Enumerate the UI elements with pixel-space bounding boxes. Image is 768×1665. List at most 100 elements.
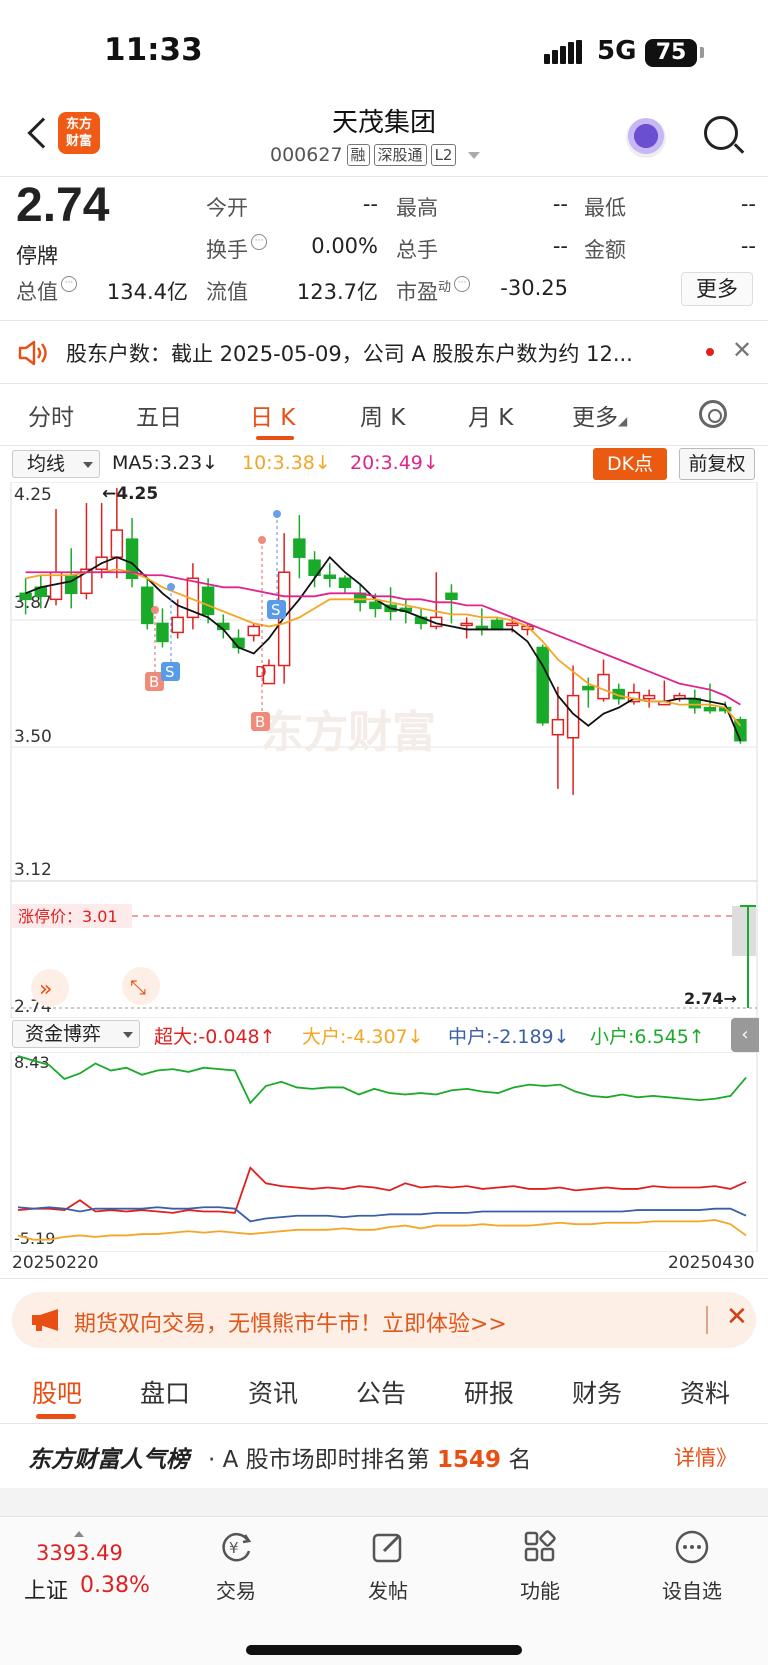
candle-body bbox=[703, 706, 717, 712]
info-icon[interactable]: ··· bbox=[454, 276, 471, 292]
double-chevron-icon[interactable]: » bbox=[31, 969, 69, 1007]
active-tab-indicator bbox=[256, 436, 294, 440]
svg-text:S: S bbox=[165, 663, 175, 681]
ma-toolbar: 均线 MA5:3.23↓ 10:3.38↓ 20:3.49↓ DK点 前复权 bbox=[0, 446, 768, 482]
nav-trade[interactable]: ¥ 交易 bbox=[191, 1529, 281, 1604]
tab-monthly-k[interactable]: 月 K bbox=[468, 398, 513, 432]
ma-line-20 bbox=[25, 571, 741, 706]
signal-icon bbox=[544, 40, 584, 64]
tab-weekly-k[interactable]: 周 K bbox=[360, 398, 405, 432]
fund-line-超大 bbox=[17, 1166, 747, 1214]
watermark: 东方财富 bbox=[260, 708, 436, 757]
candle-body bbox=[506, 622, 519, 627]
tab-intraday[interactable]: 分时 bbox=[28, 398, 74, 432]
nav-add-watchlist[interactable]: 设自选 bbox=[647, 1529, 737, 1604]
unread-dot bbox=[706, 348, 714, 356]
bottom-nav: 3393.49 上证 0.38% ¥ 交易 发帖 功能 设自选 bbox=[0, 1516, 768, 1665]
index-name: 上证 bbox=[24, 1579, 69, 1604]
robot-assistant-icon[interactable] bbox=[626, 118, 666, 158]
home-indicator bbox=[246, 1645, 522, 1655]
fund-toolbar: 资金博弈 超大:-0.048↑ 大户:-4.307↓ 中户:-2.189↓ 小户… bbox=[0, 1018, 768, 1052]
candle-body bbox=[445, 592, 458, 601]
last-marker: 2.74→ bbox=[684, 989, 737, 1008]
close-icon[interactable]: ✕ bbox=[732, 336, 752, 364]
promo-banner[interactable]: 期货双向交易，无惧熊市牛市！立即体验>> ✕ bbox=[12, 1292, 756, 1348]
nav-functions[interactable]: 功能 bbox=[495, 1529, 585, 1604]
fund-line-大户 bbox=[17, 1219, 747, 1241]
fund-line-小户 bbox=[17, 1055, 747, 1105]
megaphone-icon bbox=[32, 1309, 58, 1331]
grid-icon bbox=[524, 1530, 556, 1562]
large-value: 大户:-4.307↓ bbox=[302, 1026, 424, 1048]
tab-news[interactable]: 资讯 bbox=[248, 1374, 298, 1410]
status-bar: 11:33 5G 75 bbox=[0, 0, 768, 100]
tab-daily-k[interactable]: 日 K bbox=[250, 398, 295, 432]
expand-icon[interactable]: ⤡ bbox=[122, 967, 160, 1005]
info-icon[interactable]: ··· bbox=[251, 234, 267, 250]
tab-finance[interactable]: 财务 bbox=[572, 1374, 622, 1410]
high-marker: ←4.25 bbox=[102, 484, 158, 504]
gear-icon[interactable] bbox=[699, 400, 727, 428]
clock: 11:33 bbox=[104, 32, 203, 68]
tab-profile[interactable]: 资料 bbox=[680, 1374, 730, 1410]
more-dots-icon bbox=[675, 1530, 709, 1564]
candle-body bbox=[171, 616, 184, 634]
search-icon[interactable] bbox=[704, 116, 738, 150]
rank-text: · A 股市场即时排名第 1549 名 bbox=[208, 1447, 532, 1473]
info-icon[interactable]: ··· bbox=[61, 276, 77, 292]
date-start: 20250220 bbox=[12, 1253, 99, 1273]
nav-post[interactable]: 发帖 bbox=[343, 1529, 433, 1604]
candle-body bbox=[156, 622, 169, 643]
spacer bbox=[0, 1488, 768, 1516]
signal-buy[interactable]: B bbox=[251, 712, 270, 731]
fund-indicator-select[interactable]: 资金博弈 bbox=[12, 1020, 140, 1048]
ma5-value: MA5:3.23↓ bbox=[112, 452, 219, 474]
tab-guba[interactable]: 股吧 bbox=[32, 1374, 82, 1410]
collapse-icon[interactable]: ‹ bbox=[731, 1018, 759, 1052]
tab-five-day[interactable]: 五日 bbox=[136, 398, 182, 432]
y-label-top: 4.25 bbox=[14, 485, 52, 505]
fund-y-bottom: -5.19 bbox=[14, 1229, 55, 1248]
market-cap-label: 总值 ··· bbox=[16, 276, 77, 306]
date-end: 20250430 bbox=[668, 1253, 755, 1273]
candle-body bbox=[110, 529, 124, 558]
index-change: 0.38% bbox=[80, 1573, 150, 1598]
notice-text: 股东户数：截止 2025-05-09，公司 A 股股东户数为约 12... bbox=[66, 342, 633, 366]
amount-label: 金额 bbox=[584, 238, 626, 262]
tab-more[interactable]: 更多◢ bbox=[572, 398, 627, 432]
candle-body bbox=[19, 592, 32, 601]
signal-d: D bbox=[255, 663, 267, 681]
more-quote-button[interactable]: 更多 bbox=[681, 272, 753, 306]
high-value: -- bbox=[552, 192, 568, 216]
rank-detail-link[interactable]: 详情》 bbox=[674, 1442, 737, 1472]
popularity-rank[interactable]: 东方财富人气榜 · A 股市场即时排名第 1549 名 详情》 bbox=[0, 1424, 768, 1488]
close-icon[interactable]: ✕ bbox=[726, 1302, 748, 1332]
candle-body bbox=[460, 622, 473, 627]
volume-value: -- bbox=[552, 234, 568, 258]
trading-status: 停牌 bbox=[16, 244, 58, 268]
signal-sell[interactable]: S bbox=[161, 662, 180, 681]
adjust-button[interactable]: 前复权 bbox=[679, 448, 755, 480]
dk-point-button[interactable]: DK点 bbox=[593, 448, 667, 480]
medium-value: 中户:-2.189↓ bbox=[448, 1026, 570, 1048]
tab-announcements[interactable]: 公告 bbox=[356, 1374, 406, 1410]
chevron-down-icon[interactable] bbox=[468, 151, 481, 159]
high-label: 最高 bbox=[396, 196, 438, 220]
chart-period-tabs: 分时 五日 日 K 周 K 月 K 更多◢ bbox=[0, 384, 768, 444]
candle-body bbox=[141, 586, 154, 625]
candle-body bbox=[597, 673, 610, 700]
small-value: 小户:6.545↑ bbox=[590, 1026, 705, 1048]
y-label-bottom: 3.12 bbox=[14, 860, 52, 880]
fund-flow-chart[interactable]: 8.43 -5.19 bbox=[0, 1052, 768, 1252]
kline-chart[interactable]: 东方财富 4.25 3.87 3.50 3.12 ←4.25 B S D B S… bbox=[0, 482, 768, 1018]
tag-connect: 深股通 bbox=[373, 144, 427, 166]
signal-sell[interactable]: S bbox=[267, 600, 286, 619]
edit-icon bbox=[372, 1533, 402, 1563]
notice-bar[interactable]: 股东户数：截止 2025-05-09，公司 A 股股东户数为约 12... ✕ bbox=[0, 322, 768, 382]
ma-select[interactable]: 均线 bbox=[12, 450, 100, 478]
turnover-label: 换手 ··· bbox=[206, 234, 267, 264]
tab-pankou[interactable]: 盘口 bbox=[140, 1374, 190, 1410]
tab-research[interactable]: 研报 bbox=[464, 1374, 514, 1410]
ma20-value: 20:3.49↓ bbox=[350, 452, 439, 474]
stock-meta[interactable]: 000627 融 深股通 L2 bbox=[270, 144, 481, 166]
